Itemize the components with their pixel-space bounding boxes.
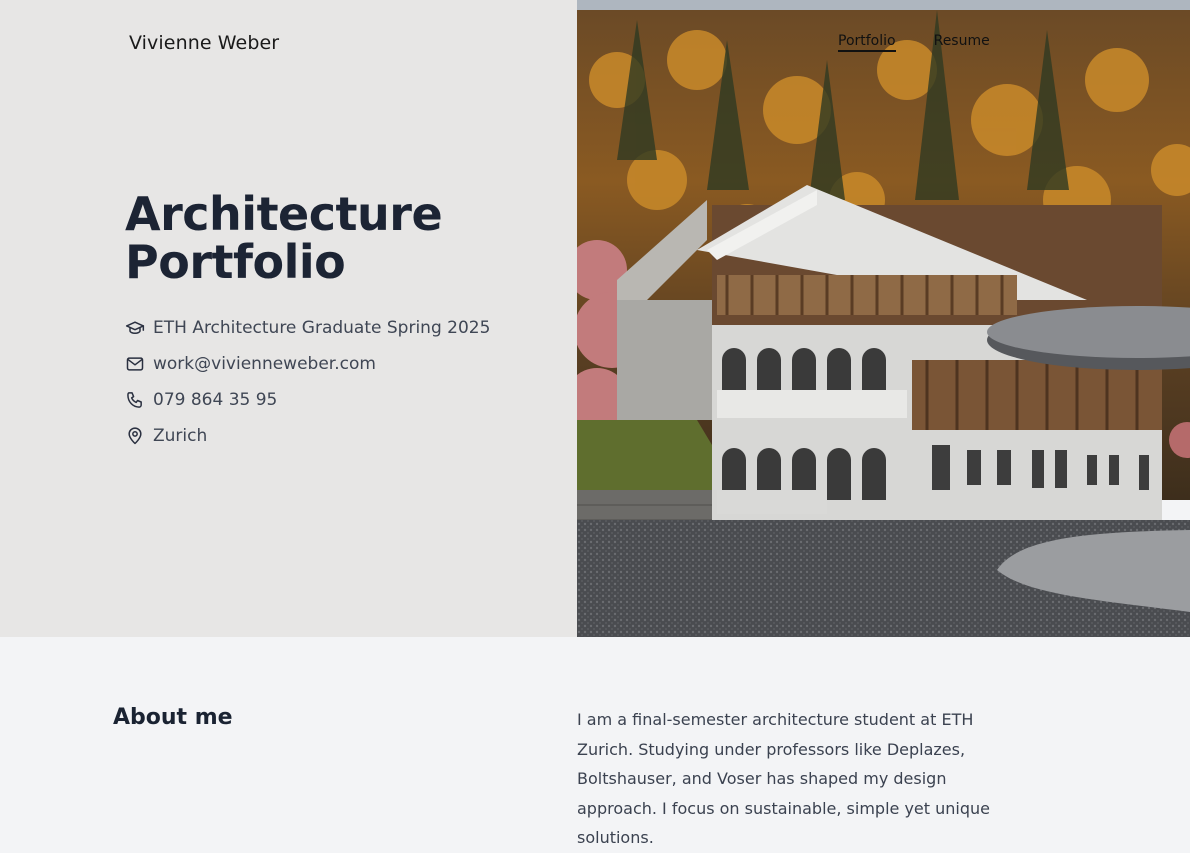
contact-item-education: ETH Architecture Graduate Spring 2025 [125,310,490,346]
education-text: ETH Architecture Graduate Spring 2025 [153,318,491,338]
phone-link[interactable]: 079 864 35 95 [153,390,277,410]
about-section: About me I am a final-semester architect… [0,637,1190,847]
about-heading: About me [113,705,233,730]
hero-section: Vivienne Weber Architecture Portfolio ET… [0,0,1190,637]
page-title: Architecture Portfolio [125,190,545,286]
building-rendering-image [577,0,1190,637]
contact-item-phone: 079 864 35 95 [125,382,490,418]
hero-image [577,0,1190,637]
map-pin-icon [128,427,142,445]
hero-left-panel: Vivienne Weber Architecture Portfolio ET… [0,0,577,637]
title-line-1: Architecture [125,187,443,241]
about-body: I am a final-semester architecture stude… [577,710,990,847]
location-text: Zurich [153,426,208,446]
title-line-2: Portfolio [125,235,346,289]
phone-icon [127,392,142,408]
nav-item-portfolio[interactable]: Portfolio [838,33,896,52]
contact-item-email: work@vivienneweber.com [125,346,490,382]
main-nav: Portfolio Resume [838,33,990,52]
email-link[interactable]: work@vivienneweber.com [153,354,376,374]
contact-item-location: Zurich [125,418,490,454]
mail-icon [126,357,144,371]
contact-list: ETH Architecture Graduate Spring 2025 wo… [125,310,490,454]
brand-link[interactable]: Vivienne Weber [129,32,279,54]
nav-item-resume[interactable]: Resume [934,33,990,52]
graduation-cap-icon [125,321,145,334]
